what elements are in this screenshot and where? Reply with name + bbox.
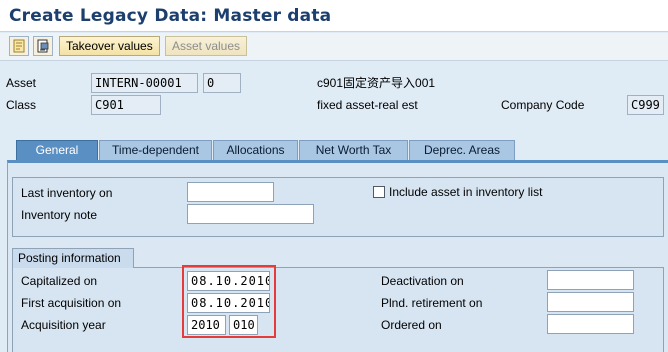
acquisition-year-label: Acquisition year [21, 318, 106, 332]
asset-values-button[interactable]: Asset values [165, 36, 248, 56]
tab-deprec-areas[interactable]: Deprec. Areas [409, 140, 515, 160]
deactivation-on-field[interactable] [547, 270, 634, 290]
inventory-note-field[interactable] [187, 204, 314, 224]
inventory-note-label: Inventory note [21, 208, 98, 222]
title-bar: Create Legacy Data: Master data [0, 0, 668, 32]
last-inventory-label: Last inventory on [21, 186, 113, 200]
tab-net-worth-tax[interactable]: Net Worth Tax [299, 140, 408, 160]
tab-time-dependent[interactable]: Time-dependent [99, 140, 212, 160]
asset-subnumber-field[interactable]: 0 [203, 73, 241, 93]
planned-retirement-label: Plnd. retirement on [381, 296, 483, 310]
class-field[interactable]: C901 [91, 95, 161, 115]
document-icon[interactable] [33, 36, 53, 56]
tab-general[interactable]: General [16, 140, 98, 160]
highlight-box [182, 265, 276, 338]
asset-number-field[interactable]: INTERN-00001 [91, 73, 198, 93]
class-description: fixed asset-real est [317, 98, 418, 112]
last-inventory-field[interactable] [187, 182, 274, 202]
master-data-icon[interactable] [9, 36, 29, 56]
tab-allocations[interactable]: Allocations [213, 140, 298, 160]
ordered-on-label: Ordered on [381, 318, 442, 332]
deactivation-on-label: Deactivation on [381, 274, 464, 288]
first-acquisition-label: First acquisition on [21, 296, 122, 310]
application-toolbar: Takeover values Asset values [0, 33, 668, 61]
screen-title: Create Legacy Data: Master data [9, 6, 332, 26]
class-label: Class [6, 98, 37, 112]
asset-description: c901固定资产导入001 [317, 76, 436, 90]
include-inventory-checkbox[interactable] [373, 186, 385, 198]
takeover-values-button[interactable]: Takeover values [59, 36, 160, 56]
company-code-label: Company Code [501, 98, 585, 112]
asset-label: Asset [6, 76, 37, 90]
include-inventory-label: Include asset in inventory list [389, 185, 543, 199]
capitalized-on-label: Capitalized on [21, 274, 98, 288]
company-code-field[interactable]: C999 [627, 95, 664, 115]
posting-information-title: Posting information [12, 248, 134, 268]
ordered-on-field[interactable] [547, 314, 634, 334]
planned-retirement-field[interactable] [547, 292, 634, 312]
